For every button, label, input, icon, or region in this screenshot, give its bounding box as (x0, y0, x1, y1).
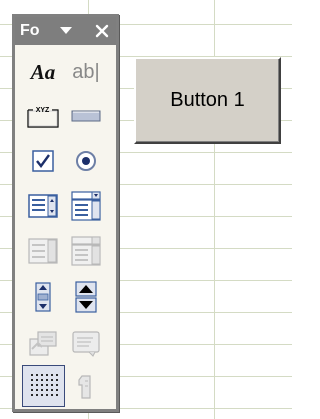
toggle-grid-icon (30, 374, 58, 396)
check-box-tool[interactable] (23, 141, 63, 181)
combo-list-edit-icon (28, 238, 58, 264)
worksheet-button-1[interactable]: Button 1 (134, 57, 281, 144)
spinner-tool[interactable] (66, 277, 106, 317)
spinner-icon (75, 281, 97, 313)
radio-icon (76, 151, 96, 171)
control-properties-icon (29, 331, 57, 356)
combo-box-tool[interactable] (66, 186, 106, 226)
toolbar-titlebar[interactable]: Fo (15, 17, 116, 45)
list-box-tool[interactable] (23, 186, 63, 226)
group-box-icon: XYZ (27, 107, 59, 128)
checkbox-icon (32, 150, 54, 172)
combo-dropdown-edit-icon (71, 236, 101, 266)
triangle-down-icon[interactable] (59, 24, 73, 38)
edit-box-tool[interactable]: ab| (66, 52, 106, 92)
svg-text:XYZ: XYZ (36, 107, 50, 114)
combo-box-icon (71, 191, 101, 221)
combo-list-edit-tool[interactable] (23, 231, 63, 271)
control-properties-tool[interactable] (23, 323, 63, 363)
combo-dropdown-edit-tool[interactable] (66, 231, 106, 271)
edit-code-tool[interactable] (66, 323, 106, 363)
worksheet-button-label: Button 1 (170, 89, 245, 111)
close-icon[interactable] (94, 23, 110, 39)
edit-box-ab-icon: ab| (72, 60, 100, 83)
toggle-grid-tool[interactable] (22, 365, 65, 407)
label-tool[interactable]: Aa (23, 52, 63, 92)
scroll-bar-tool[interactable] (23, 277, 63, 317)
run-dialog-tool[interactable] (66, 367, 106, 407)
command-button-icon (71, 110, 101, 122)
option-button-tool[interactable] (66, 141, 106, 181)
toolbar-title: Fo (20, 22, 40, 39)
edit-code-icon (72, 331, 100, 357)
list-box-icon (28, 194, 58, 218)
forms-toolbar[interactable]: Fo Aa ab| XYZ (12, 14, 119, 412)
scroll-bar-icon (35, 282, 51, 312)
button-tool[interactable] (66, 96, 106, 136)
group-box-tool[interactable]: XYZ (23, 96, 63, 136)
label-aa-icon: Aa (30, 59, 56, 84)
run-dialog-icon (78, 375, 91, 399)
